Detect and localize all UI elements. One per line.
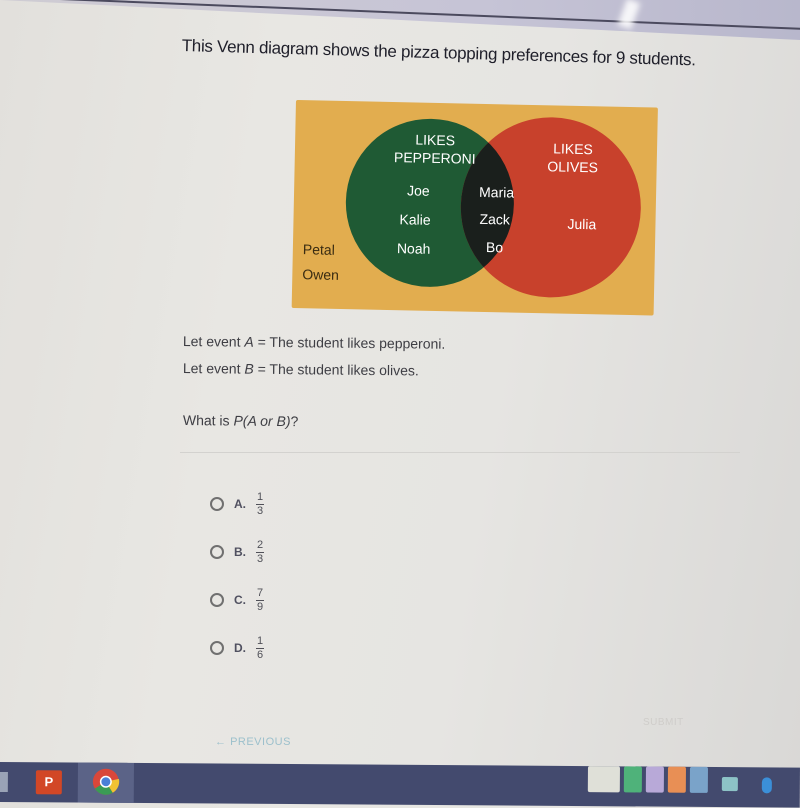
option-fraction: 16 bbox=[256, 634, 264, 661]
event-b-definition: Let event B = The student likes olives. bbox=[182, 360, 419, 379]
chrome-taskbar-button[interactable] bbox=[77, 762, 134, 803]
eye-icon[interactable] bbox=[721, 777, 738, 792]
both-name: Bo bbox=[485, 239, 504, 256]
event-a-definition: Let event A = The student likes pepperon… bbox=[182, 333, 446, 352]
submit-button[interactable]: SUBMIT bbox=[643, 717, 684, 728]
tray-thumbnail[interactable] bbox=[587, 766, 620, 793]
both-name: Maria bbox=[478, 183, 515, 201]
file-explorer-icon[interactable] bbox=[0, 771, 8, 793]
venn-diagram: LIKES PEPPERONI LIKES OLIVES Joe Kalie Noa… bbox=[291, 100, 658, 316]
only-a-name: Kalie bbox=[399, 211, 431, 228]
only-a-name: Noah bbox=[396, 240, 431, 257]
bluetooth-icon[interactable] bbox=[761, 777, 772, 794]
arrow-left-icon: ← bbox=[215, 736, 227, 748]
option-fraction: 13 bbox=[256, 490, 264, 517]
option-a[interactable]: A. 13 bbox=[210, 488, 264, 520]
radio-button[interactable] bbox=[210, 545, 224, 559]
question-prompt: This Venn diagram shows the pizza toppin… bbox=[181, 36, 696, 70]
neither-name: Owen bbox=[302, 266, 340, 283]
taskbar: P bbox=[0, 762, 800, 808]
radio-button[interactable] bbox=[210, 593, 224, 607]
option-letter: C. bbox=[234, 593, 246, 607]
set-b-label: LIKES OLIVES bbox=[547, 140, 599, 176]
chrome-icon bbox=[92, 768, 120, 795]
tray-app-orange[interactable] bbox=[667, 766, 686, 793]
radio-button[interactable] bbox=[210, 497, 224, 511]
screen-bezel bbox=[0, 0, 800, 40]
powerpoint-icon[interactable]: P bbox=[35, 770, 62, 795]
tray-app-blue[interactable] bbox=[689, 766, 708, 793]
set-a-label: LIKES PEPPERONI bbox=[393, 131, 476, 167]
divider bbox=[180, 452, 740, 453]
previous-label: PREVIOUS bbox=[230, 736, 291, 748]
question-text: What is P(A or B)? bbox=[182, 412, 299, 430]
option-letter: A. bbox=[234, 497, 246, 511]
previous-button[interactable]: ← PREVIOUS bbox=[215, 736, 291, 748]
both-name: Zack bbox=[479, 210, 511, 228]
option-fraction: 23 bbox=[256, 538, 264, 565]
option-letter: B. bbox=[234, 545, 246, 559]
tray-app-purple[interactable] bbox=[645, 766, 664, 793]
play-icon[interactable] bbox=[623, 766, 642, 793]
only-b-name: Julia bbox=[567, 215, 597, 233]
neither-name: Petal bbox=[302, 241, 335, 258]
only-a-name: Joe bbox=[406, 182, 430, 199]
option-letter: D. bbox=[234, 641, 246, 655]
option-c[interactable]: C. 79 bbox=[210, 584, 264, 616]
radio-button[interactable] bbox=[210, 641, 224, 655]
option-fraction: 79 bbox=[256, 586, 264, 613]
option-d[interactable]: D. 16 bbox=[210, 632, 264, 664]
option-b[interactable]: B. 23 bbox=[210, 536, 264, 568]
